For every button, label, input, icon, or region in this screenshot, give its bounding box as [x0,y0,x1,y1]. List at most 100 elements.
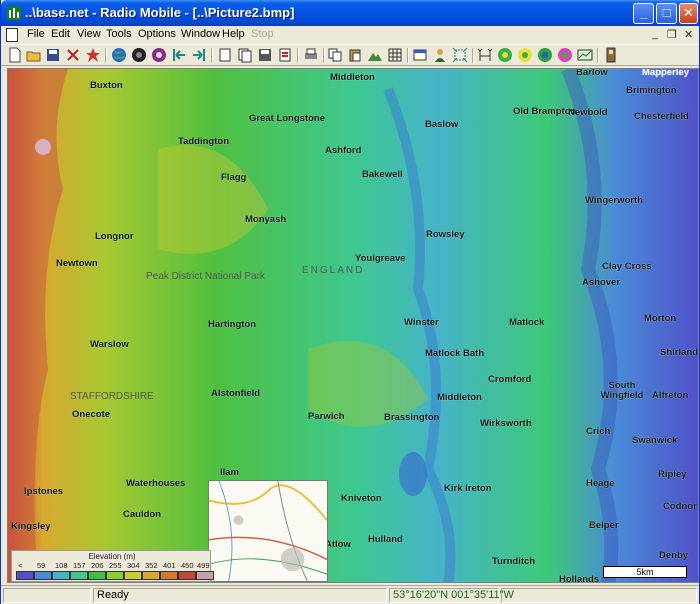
radio-mobile-app-icon [7,6,21,20]
place-label: Atlow [325,539,351,550]
place-label: Clay Cross [602,261,652,272]
legend-swatch [142,571,160,580]
close-button[interactable]: ✕ [679,3,698,24]
save-icon[interactable] [45,47,61,63]
place-label: Ashover [582,277,621,288]
place-label: Ipstones [24,486,64,497]
place-label: Alstonfield [211,388,261,399]
globe-dark-icon[interactable] [131,47,147,63]
mdi-restore-button[interactable]: ❐ [667,28,677,41]
place-label: Youlgreave [355,253,406,264]
document-icon[interactable] [6,28,18,42]
region-label-peak-district: Peak District National Park [146,271,265,282]
place-label: Brimington [626,85,677,96]
new-icon[interactable] [7,47,23,63]
window-title: ..\base.net - Radio Mobile - [..\Picture… [25,5,295,20]
place-label: Cromford [488,374,532,385]
chart-icon[interactable] [577,47,593,63]
place-label: Hollands [559,574,600,583]
place-label: Belper [589,520,619,531]
menu-bar: File Edit View Tools Options Window Help… [1,26,699,44]
page-copy-icon[interactable] [237,47,253,63]
globe-color-icon[interactable] [151,47,167,63]
page-save-icon[interactable] [257,47,273,63]
radio-yellow-icon[interactable] [517,47,533,63]
radio-blue-icon[interactable] [537,47,553,63]
copy-icon[interactable] [327,47,343,63]
arrow-right-icon[interactable] [191,47,207,63]
menu-file[interactable]: File [27,28,45,40]
title-bar[interactable]: ..\base.net - Radio Mobile - [..\Picture… [1,0,699,26]
elevation-legend: Elevation (m) < 59 108 157 206 255 304 3… [11,550,214,582]
status-ready: Ready [93,588,387,603]
grid-icon[interactable] [387,47,403,63]
select-icon[interactable] [452,47,468,63]
place-label: Taddington [178,136,230,147]
place-label: Newbold [568,107,608,118]
place-label: Matlock [509,317,545,328]
place-label: Cauldon [123,509,161,520]
open-icon[interactable] [26,47,42,63]
place-label: Bakewell [362,169,403,180]
menu-edit[interactable]: Edit [51,28,70,40]
place-label: Shirland [660,347,699,358]
radio-pink-icon[interactable] [557,47,573,63]
place-label: Great Longstone [249,113,326,124]
page-icon[interactable] [217,47,233,63]
minimize-button[interactable]: _ [633,3,654,24]
radio-green-icon[interactable] [497,47,513,63]
menu-tools[interactable]: Tools [106,28,132,40]
place-label: Morton [644,313,677,324]
place-label: Warslow [90,339,129,350]
place-label: Codnor [663,501,697,512]
mdi-close-button[interactable]: ✕ [684,28,693,41]
place-label: Waterhouses [126,478,186,489]
place-label: Newtown [56,258,98,269]
legend-swatch [88,571,106,580]
legend-label: 499 [197,561,210,570]
place-label: Ilam [220,467,240,478]
menu-help[interactable]: Help [222,28,245,40]
landscape-icon[interactable] [367,47,383,63]
print-icon[interactable] [303,47,319,63]
place-label: Middleton [437,392,482,403]
pdf-icon[interactable] [277,47,293,63]
menu-window[interactable]: Window [181,28,220,40]
antenna-icon[interactable] [477,47,493,63]
tool-star-icon[interactable] [85,47,101,63]
window-icon[interactable] [412,47,428,63]
legend-label: < [18,561,23,570]
legend-label: 206 [91,561,104,570]
place-label: Barlow [576,68,608,78]
legend-swatch [160,571,178,580]
globe-icon[interactable] [111,47,127,63]
menu-options[interactable]: Options [138,28,176,40]
tool-x-icon[interactable] [65,47,81,63]
place-label: Swanwick [632,435,678,446]
device-icon[interactable] [603,47,619,63]
legend-label: 59 [37,561,46,570]
legend-title: Elevation (m) [88,552,136,561]
status-cell-empty [3,588,91,603]
place-label: Turnditch [492,556,536,567]
map-view[interactable]: ENGLAND Peak District National Park STAF… [7,68,699,583]
legend-swatch [106,571,124,580]
maximize-button[interactable]: □ [656,3,677,24]
paste-icon[interactable] [347,47,363,63]
status-coordinates: 53°16'20"N 001°35'11"W [389,588,514,603]
app-window: ..\base.net - Radio Mobile - [..\Picture… [0,0,700,604]
legend-swatch [124,571,142,580]
arrow-left-icon[interactable] [171,47,187,63]
person-icon[interactable] [432,47,448,63]
toolbar-separator [105,48,107,63]
toolbar-separator [597,48,599,63]
status-bar: Ready 53°16'20"N 001°35'11"W [1,585,699,604]
overview-minimap[interactable] [208,480,328,582]
legend-swatch [52,571,70,580]
place-label: Wirksworth [480,418,532,429]
menu-view[interactable]: View [77,28,101,40]
legend-label: 157 [73,561,86,570]
legend-swatch [178,571,196,580]
place-label: South Wingfield [600,380,644,401]
mdi-minimize-button[interactable]: _ [652,28,658,40]
